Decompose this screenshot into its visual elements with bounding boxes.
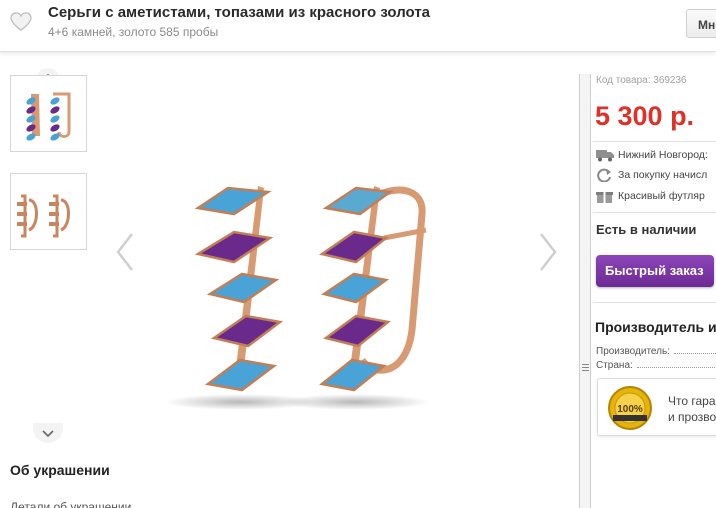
spec-dots <box>673 353 716 354</box>
guarantee-badge-icon: 100% <box>608 386 652 430</box>
divider <box>593 302 716 303</box>
spec-dots <box>636 367 716 368</box>
product-main-image <box>165 186 430 410</box>
scrollbar-grip[interactable] <box>582 364 589 372</box>
gift-text: Красивый футляр <box>618 189 705 202</box>
guarantee-text-line2: и прозво <box>668 410 716 424</box>
heart-icon[interactable] <box>10 12 32 32</box>
delivery-text: Нижний Новгород: <box>618 148 708 161</box>
stock-status: Есть в наличии <box>596 222 697 237</box>
about-details-link[interactable]: Детали об украшении <box>10 500 131 508</box>
product-subtitle: 4+6 камней, золото 585 пробы <box>48 25 219 39</box>
truck-icon <box>596 150 614 162</box>
right-earring <box>318 186 427 392</box>
more-button[interactable]: Мн <box>686 9 716 38</box>
guarantee-text-line1: Что гара <box>668 394 716 408</box>
chevron-down-icon <box>42 430 54 438</box>
spec-label: Страна: <box>596 360 633 371</box>
refresh-icon <box>597 168 611 182</box>
chevron-left-icon[interactable] <box>112 230 138 274</box>
product-sku: Код товара: 369236 <box>596 75 687 86</box>
about-section-title: Об украшении <box>10 462 110 478</box>
svg-text:100%: 100% <box>617 404 643 415</box>
chevron-right-icon[interactable] <box>535 230 561 274</box>
gift-info[interactable]: Красивый футляр <box>596 189 705 203</box>
earrings-side-thumbnail <box>17 194 70 238</box>
spec-row-manufacturer: Производитель: <box>596 346 716 357</box>
vertical-scrollbar[interactable] <box>579 74 591 508</box>
bonus-info[interactable]: За покупку начисл <box>596 168 707 182</box>
gift-icon <box>596 192 613 203</box>
product-header: Серьги с аметистами, топазами из красног… <box>0 0 716 52</box>
earrings-front-thumbnail <box>26 92 71 141</box>
delivery-info[interactable]: Нижний Новгород: <box>596 148 708 162</box>
bonus-text: За покупку начисл <box>618 168 708 181</box>
left-earring <box>194 186 284 392</box>
manufacturer-title: Производитель и <box>595 319 716 335</box>
product-price: 5 300 р. <box>595 101 695 131</box>
divider <box>593 141 716 142</box>
thumbnails-down-button[interactable] <box>33 423 63 443</box>
thumbnail-earrings-side[interactable] <box>10 173 87 250</box>
thumbnail-earrings-front[interactable] <box>10 75 87 152</box>
divider <box>593 212 716 213</box>
guarantee-box[interactable]: 100% Что гара и прозво <box>597 378 716 436</box>
quick-order-button[interactable]: Быстрый заказ <box>596 255 714 287</box>
product-title: Серьги с аметистами, топазами из красног… <box>48 4 431 21</box>
spec-label: Производитель: <box>596 346 670 357</box>
spec-row-country: Страна: <box>596 360 716 371</box>
